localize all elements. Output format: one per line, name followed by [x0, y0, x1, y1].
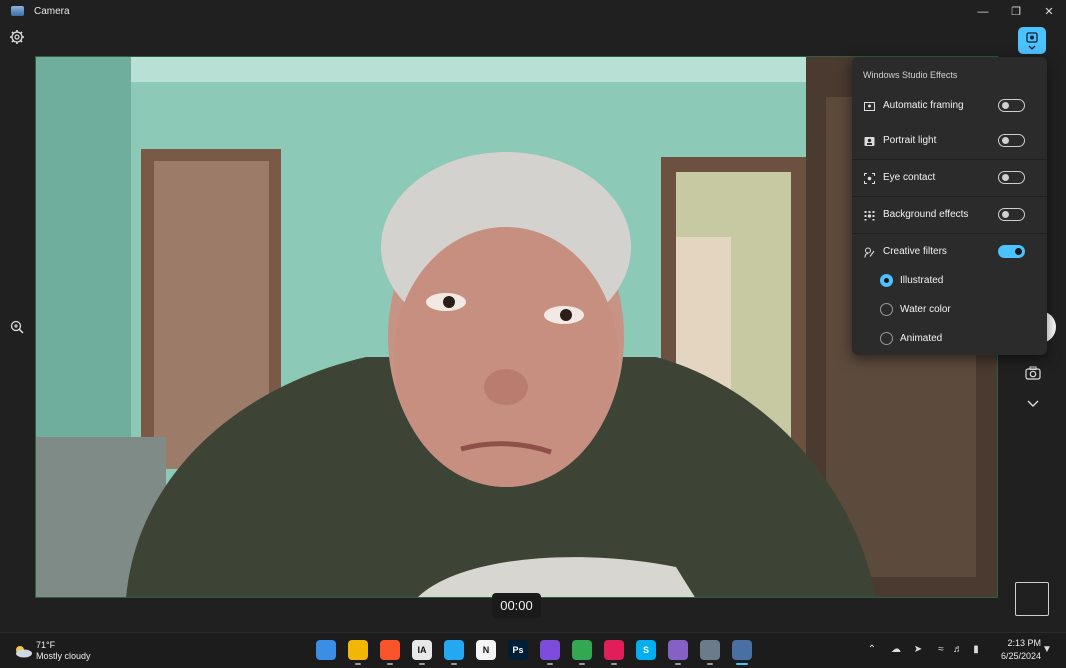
clock-date: 6/25/2024 [1000, 651, 1041, 661]
minimize-button[interactable]: — [973, 4, 993, 20]
notification-bell-icon[interactable]: ▼ [1040, 643, 1054, 657]
filter-option-label: Illustrated [900, 275, 944, 286]
portrait-light-label: Portrait light [883, 135, 937, 146]
visual-studio-icon[interactable] [668, 640, 688, 660]
portrait-light-row[interactable]: Portrait light [852, 123, 1047, 160]
clock[interactable]: 2:13 PM 6/25/2024 [993, 637, 1041, 663]
camera-app-icon[interactable] [732, 640, 752, 660]
running-indicator [387, 663, 393, 665]
photoshop-icon[interactable]: Ps [508, 640, 528, 660]
creative-filters-row[interactable]: Creative filters [852, 233, 1047, 271]
running-indicator [611, 663, 617, 665]
creative-filters-toggle[interactable] [998, 245, 1025, 258]
cloudy-icon [16, 646, 32, 658]
camera-icon [1025, 366, 1041, 380]
vscode-icon[interactable] [444, 640, 464, 660]
window-title: Camera [34, 6, 70, 17]
studio-effects-panel: Windows Studio Effects Automatic framing… [852, 57, 1047, 355]
running-indicator [736, 663, 748, 665]
settings-app-icon[interactable] [700, 640, 720, 660]
automatic-framing-label: Automatic framing [883, 100, 964, 111]
running-indicator [355, 663, 361, 665]
start-icon[interactable] [316, 640, 336, 660]
clock-time: 2:13 PM [1007, 638, 1041, 648]
toggle-knob [1002, 137, 1009, 144]
ia-writer-icon[interactable]: IA [412, 640, 432, 660]
studio-effects-icon [1026, 32, 1038, 50]
filter-option-animated[interactable]: Animated [852, 325, 1047, 354]
wifi-icon[interactable]: ≈ [934, 643, 948, 657]
background-effects-icon [864, 211, 875, 221]
background-effects-toggle[interactable] [998, 208, 1025, 221]
settings-button[interactable] [9, 29, 25, 45]
title-bar: Camera — ❐ ✕ [0, 0, 1066, 24]
battery-icon[interactable]: ▮ [969, 643, 983, 657]
location-icon[interactable]: ➤ [911, 643, 925, 657]
running-indicator [707, 663, 713, 665]
running-indicator [547, 663, 553, 665]
slack-icon[interactable] [604, 640, 624, 660]
weather-temperature: 71°F [36, 640, 56, 650]
eye-contact-toggle[interactable] [998, 171, 1025, 184]
last-capture-thumbnail[interactable] [1015, 582, 1049, 616]
portrait-light-toggle[interactable] [998, 134, 1025, 147]
chevron-down-icon [1027, 400, 1039, 407]
photo-mode-button[interactable] [1024, 364, 1042, 382]
automatic-framing-toggle[interactable] [998, 99, 1025, 112]
running-indicator [579, 663, 585, 665]
globe-app-icon[interactable] [572, 640, 592, 660]
studio-effects-button[interactable] [1018, 27, 1046, 54]
filter-option-illustrated[interactable]: Illustrated [852, 267, 1047, 296]
filter-option-label: Water color [900, 304, 951, 315]
auto-framing-icon [864, 102, 875, 111]
recording-timer: 00:00 [492, 593, 541, 618]
filter-option-water-color[interactable]: Water color [852, 296, 1047, 325]
toggle-knob [1002, 102, 1009, 109]
running-indicator [675, 663, 681, 665]
affinity-icon[interactable] [540, 640, 560, 660]
toggle-knob [1002, 174, 1009, 181]
more-modes-button[interactable] [1024, 395, 1042, 413]
radio-button[interactable] [880, 303, 893, 316]
taskbar: 71°F Mostly cloudy IA N Ps S ⌃ ☁ ➤ ≈ ♬ ▮ 2:… [0, 632, 1066, 668]
eye-contact-label: Eye contact [883, 172, 936, 183]
toggle-knob [1002, 211, 1009, 218]
skype-icon[interactable]: S [636, 640, 656, 660]
radio-button[interactable] [880, 332, 893, 345]
radio-button[interactable] [880, 274, 893, 287]
weather-widget[interactable]: 71°F Mostly cloudy [10, 639, 110, 663]
brave-icon[interactable] [380, 640, 400, 660]
panel-title: Windows Studio Effects [863, 70, 958, 80]
creative-filters-label: Creative filters [883, 246, 947, 257]
maximize-button[interactable]: ❐ [1006, 4, 1026, 20]
eye-contact-row[interactable]: Eye contact [852, 159, 1047, 197]
portrait-light-icon [864, 137, 875, 146]
close-button[interactable]: ✕ [1039, 4, 1059, 20]
show-hidden-icons-button[interactable]: ⌃ [865, 643, 879, 657]
automatic-framing-row[interactable]: Automatic framing [852, 88, 1047, 125]
gear-icon [10, 30, 24, 44]
eye-contact-icon [864, 173, 875, 184]
zoom-button[interactable] [9, 319, 25, 335]
running-indicator [419, 663, 425, 665]
toggle-knob [1015, 248, 1022, 255]
volume-icon[interactable]: ♬ [951, 643, 965, 657]
creative-filters-icon [864, 247, 875, 258]
notion-icon[interactable]: N [476, 640, 496, 660]
zoom-in-icon [10, 320, 24, 334]
background-effects-row[interactable]: Background effects [852, 196, 1047, 234]
file-explorer-icon[interactable] [348, 640, 368, 660]
weather-description: Mostly cloudy [36, 651, 91, 661]
filter-option-label: Animated [900, 333, 943, 344]
running-indicator [451, 663, 457, 665]
background-effects-label: Background effects [883, 209, 969, 220]
camera-app-icon [11, 6, 24, 16]
onedrive-icon[interactable]: ☁ [889, 643, 903, 657]
